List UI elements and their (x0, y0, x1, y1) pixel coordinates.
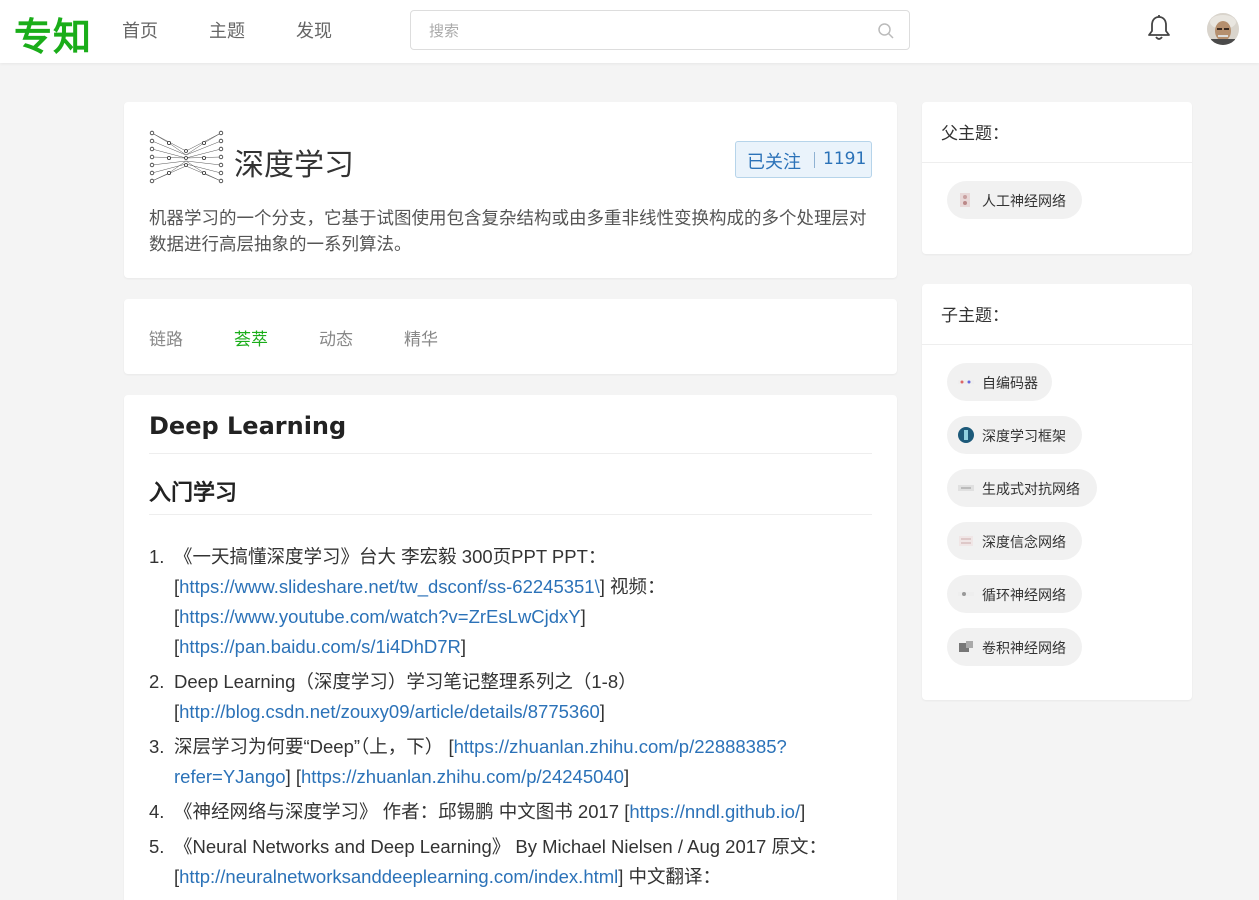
resource-link[interactable]: https://www.slideshare.net/tw_dsconf/ss-… (179, 576, 600, 597)
topic-thumbnail-icon (958, 427, 974, 443)
resource-text: ] (460, 636, 467, 657)
resource-text: ] (800, 801, 806, 822)
topic-thumbnail-icon (958, 592, 974, 596)
nav-topics[interactable]: 主题 (209, 17, 245, 43)
topic-tag-label: 循环神经网络 (982, 588, 1066, 604)
parent-topic-title: 父主题： (941, 124, 1009, 144)
divider (149, 514, 872, 515)
child-topic-tag[interactable]: 卷积神经网络 (947, 628, 1082, 666)
resource-list-item: 2. Deep Learning（深度学习）学习笔记整理系列之（1-8）[http… (149, 667, 859, 727)
resource-text: ] (623, 766, 630, 787)
user-avatar[interactable] (1207, 13, 1239, 45)
resource-link[interactable]: https://www.youtube.com/watch?v=ZrEsLwCj… (179, 606, 581, 627)
child-topic-tag[interactable]: 自编码器 (947, 363, 1052, 401)
tab-collection[interactable]: 荟萃 (234, 325, 268, 350)
parent-topic-card: 父主题： 人工神经网络 (922, 102, 1192, 254)
topic-thumbnail-icon (958, 380, 974, 384)
parent-topic-tag[interactable]: 人工神经网络 (947, 181, 1082, 219)
divider (922, 162, 1192, 163)
resource-text: ] 中文翻译： (618, 866, 722, 887)
follow-divider (814, 152, 815, 168)
nav-discover[interactable]: 发现 (296, 17, 332, 43)
resource-link[interactable]: https://zhuanlan.zhihu.com/p/24245040 (301, 766, 624, 787)
resource-link[interactable]: http://neuralnetworksanddeeplearning.com… (179, 866, 618, 887)
tab-essence[interactable]: 精华 (404, 325, 438, 350)
tab-links[interactable]: 链路 (149, 325, 183, 350)
topic-tag-label: 深度学习框架 (982, 429, 1066, 445)
top-header: 专知 首页 主题 发现 (0, 0, 1259, 63)
follow-label: 已关注 (747, 152, 801, 173)
topic-description: 机器学习的一个分支，它基于试图使用包含复杂结构或由多重非线性变换构成的多个处理层… (149, 209, 867, 255)
resource-text: ] [ (285, 766, 302, 787)
content-card: Deep Learning 入门学习 1. 《一天搞懂深度学习》台大 李宏毅 30… (124, 395, 897, 900)
topic-thumbnail-icon (960, 193, 970, 207)
search-icon[interactable] (877, 22, 895, 40)
resource-link[interactable]: https://nndl.github.io/ (629, 801, 800, 822)
topic-thumbnail-icon (959, 641, 973, 652)
child-topic-tag[interactable]: 深度信念网络 (947, 522, 1082, 560)
resource-list-item: 5. 《Neural Networks and Deep Learning》 By… (149, 832, 859, 892)
resource-list-item: 3. 深层学习为何要“Deep”（上，下） [ https://zhuanlan.z… (149, 732, 859, 792)
avatar-image (1207, 13, 1239, 45)
resource-text: ] (599, 701, 605, 722)
child-topic-tag[interactable]: 深度学习框架 (947, 416, 1082, 454)
nav-home[interactable]: 首页 (122, 17, 158, 43)
topic-tag-label: 深度信念网络 (982, 535, 1066, 551)
list-number: 4. (149, 801, 165, 822)
topic-tag-label: 人工神经网络 (982, 194, 1066, 210)
resource-text: 《神经网络与深度学习》 作者：邱锡鹏 中文图书 2017 [ (174, 801, 630, 822)
notification-bell-icon[interactable] (1146, 14, 1172, 42)
section-heading: 入门学习 (149, 481, 238, 506)
content-heading: Deep Learning (149, 412, 347, 440)
resource-list-item: 1. 《一天搞懂深度学习》台大 李宏毅 300页PPT PPT：[https://… (149, 542, 859, 662)
resource-link[interactable]: https://pan.baidu.com/s/1i4DhD7R (179, 636, 461, 657)
resource-list-item: 4. 《神经网络与深度学习》 作者：邱锡鹏 中文图书 2017 [https://… (149, 797, 859, 827)
topic-thumbnail-icon (959, 536, 973, 546)
site-logo[interactable]: 专知 (14, 6, 92, 61)
list-number: 5. (149, 836, 165, 857)
tab-activity[interactable]: 动态 (319, 325, 353, 350)
resource-list: 1. 《一天搞懂深度学习》台大 李宏毅 300页PPT PPT：[https://… (149, 542, 859, 897)
child-topics-card: 子主题： 自编码器 深度学习框架 生成式对抗网络 深度信念网络 循环神经网络 卷… (922, 284, 1192, 700)
divider (922, 344, 1192, 345)
divider (149, 453, 872, 454)
child-topic-title: 子主题： (941, 306, 1009, 326)
list-number: 2. (149, 671, 165, 692)
child-topic-tag[interactable]: 循环神经网络 (947, 575, 1082, 613)
follower-count: 1191 (823, 149, 867, 169)
list-number: 1. (149, 546, 165, 567)
topic-tag-label: 生成式对抗网络 (982, 482, 1080, 498)
topic-card: 深度学习 已关注 1191 机器学习的一个分支，它基于试图使用包含复杂结构或由多… (124, 102, 897, 278)
follow-button[interactable]: 已关注 1191 (735, 141, 872, 178)
search-input[interactable] (429, 20, 869, 42)
neural-network-icon (149, 130, 224, 184)
topic-thumbnail-icon (958, 485, 974, 491)
resource-link[interactable]: http://blog.csdn.net/zouxy09/article/det… (179, 701, 600, 722)
child-topic-tag[interactable]: 生成式对抗网络 (947, 469, 1097, 507)
search-box (410, 10, 910, 50)
list-number: 3. (149, 736, 165, 757)
topic-tag-label: 卷积神经网络 (982, 641, 1066, 657)
topic-title: 深度学习 (234, 148, 354, 183)
resource-text: 深层学习为何要“Deep”（上，下） [ (174, 736, 454, 757)
topic-tag-label: 自编码器 (982, 376, 1038, 392)
tabs-bar: 链路 荟萃 动态 精华 (124, 299, 897, 374)
